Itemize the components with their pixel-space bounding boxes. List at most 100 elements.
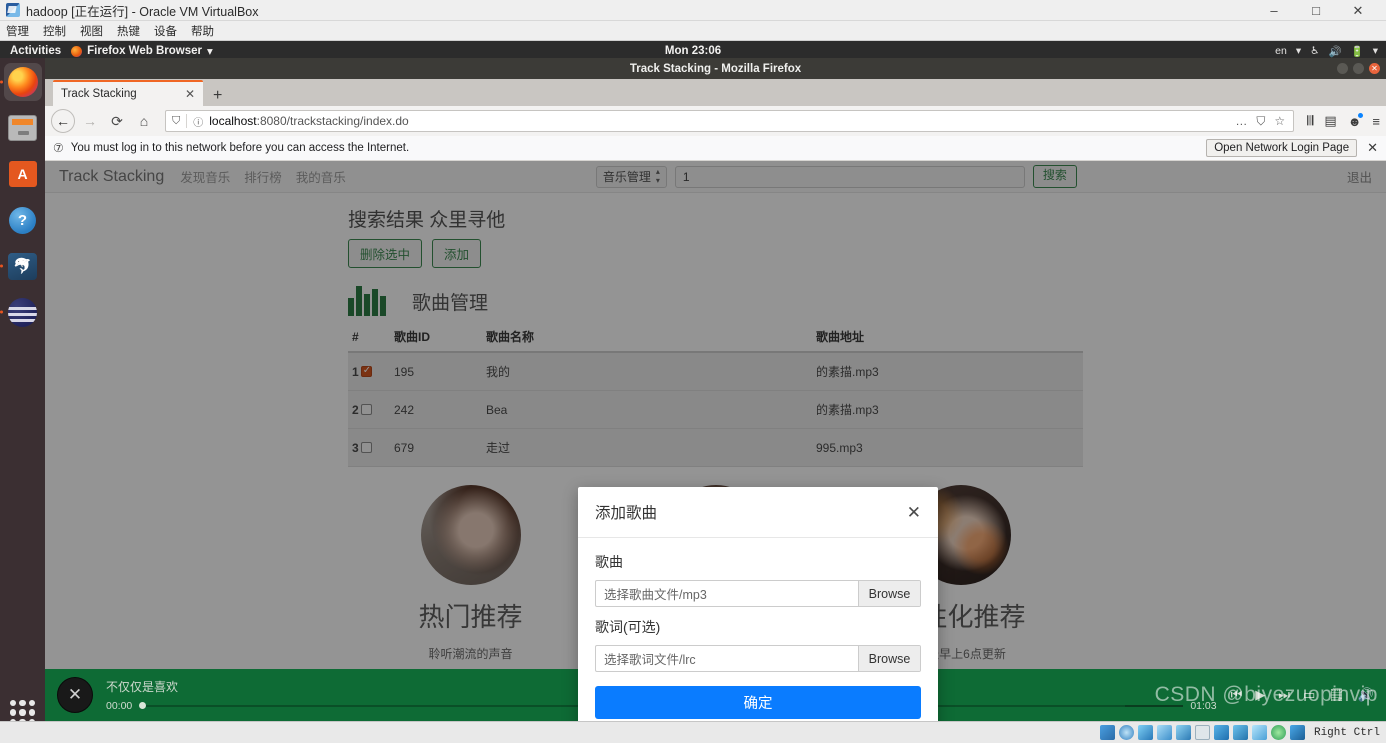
dock-item-eclipse[interactable] [4,293,42,331]
minimize-icon[interactable] [1337,63,1348,74]
host-taskbar: Right Ctrl [0,721,1386,743]
new-tab-button[interactable]: + [203,88,232,106]
firefox-tabstrip: Track Stacking ✕ + [45,79,1386,106]
firefox-icon [7,67,38,97]
web-page: Track Stacking 发现音乐 排行榜 我的音乐 音乐管理 ▴▾ 搜索 … [45,161,1386,721]
help-icon [9,206,36,234]
dock-item-help[interactable] [4,201,42,239]
open-network-login-page-button[interactable]: Open Network Login Page [1206,139,1358,157]
url-text: localhost:8080/trackstacking/index.do [209,114,1229,128]
close-icon[interactable]: ✕ [175,87,195,101]
chevron-down-icon[interactable]: ▾ [1373,45,1378,57]
mysql-workbench-icon [8,252,37,280]
song-browse-button[interactable]: Browse [858,581,920,606]
tray-icon-7[interactable] [1213,725,1229,740]
album-art-icon[interactable] [57,677,93,713]
eclipse-icon [8,297,37,327]
modal-title: 添加歌曲 [595,505,658,522]
account-icon[interactable]: ☻ [1348,112,1364,129]
tray-icon-2[interactable] [1118,725,1134,740]
lyric-browse-button[interactable]: Browse [858,646,920,671]
dock-item-files[interactable] [4,109,42,147]
url-path: :8080/trackstacking/index.do [256,114,409,128]
virtualbox-icon [6,3,20,17]
firefox-titlebar: Track Stacking - Mozilla Firefox ✕ [45,58,1386,79]
tray-icon-11[interactable] [1289,725,1305,740]
firefox-navbar: ← → ⟳ ⌂ ⛉ ⓘ localhost:8080/trackstacking… [45,106,1386,136]
maximize-icon[interactable]: □ [1308,4,1324,17]
bookmark-star-icon[interactable]: ☆ [1274,114,1285,129]
battery-icon[interactable]: 🔋 [1351,45,1364,58]
menu-manage[interactable]: 管理 [6,23,29,39]
lyric-file-placeholder: 选择歌词文件/lrc [604,653,696,667]
volume-icon[interactable]: 🔊 [1329,45,1342,58]
shield-icon[interactable]: ⛉ [172,115,180,128]
library-icon[interactable]: 𝄃𝄂𝄀 [1307,113,1313,129]
tray-icon-8[interactable] [1232,725,1248,740]
firefox-window-controls: ✕ [1337,63,1380,74]
firefox-window: Track Stacking - Mozilla Firefox ✕ Track… [45,58,1386,721]
host-key-indicator: Right Ctrl [1313,726,1380,739]
song-field-label: 歌曲 [595,554,623,570]
tray-icon-10[interactable] [1270,725,1286,740]
browser-tab-track-stacking[interactable]: Track Stacking ✕ [53,80,203,106]
divider [186,114,188,128]
reload-button[interactable]: ⟳ [105,109,129,133]
pocket-icon[interactable]: ⛉ [1256,114,1265,129]
add-song-modal: 添加歌曲 ✕ 歌曲 选择歌曲文件/mp3 Browse 歌词(可选) 选择歌词文… [578,487,938,721]
virtualbox-menubar: 管理 控制 视图 热键 设备 帮助 [0,21,1386,41]
song-file-input[interactable]: 选择歌曲文件/mp3 Browse [595,580,921,607]
menu-control[interactable]: 控制 [43,23,66,39]
sidebar-icon[interactable]: ▤ [1324,113,1336,129]
url-bar[interactable]: ⛉ ⓘ localhost:8080/trackstacking/index.d… [165,110,1295,132]
screen-root: hadoop [正在运行] - Oracle VM VirtualBox – □… [0,0,1386,743]
system-indicators: en ▾ ♿ 🔊 🔋 ▾ [1275,45,1386,58]
files-icon [8,115,37,141]
tray-icon-9[interactable] [1251,725,1267,740]
info-icon: ⑦ [53,141,64,155]
dock-item-software[interactable] [4,155,42,193]
close-icon[interactable]: ✕ [1369,63,1380,74]
notification-text: You must log in to this network before y… [70,142,410,154]
tray-icon-6[interactable] [1194,725,1210,740]
firefox-window-title: Track Stacking - Mozilla Firefox [629,62,802,75]
tray-icon-4[interactable] [1156,725,1172,740]
forward-button[interactable]: → [78,109,102,133]
dock-item-firefox[interactable] [3,63,42,101]
lyric-file-input[interactable]: 选择歌词文件/lrc Browse [595,645,921,672]
menu-help[interactable]: 帮助 [191,23,214,39]
keyboard-layout-indicator[interactable]: en [1275,45,1287,57]
lyric-field-label: 歌词(可选) [595,619,661,635]
clock[interactable]: Mon 23:06 [0,45,1386,57]
close-icon[interactable]: ✕ [1367,140,1378,156]
modal-submit-button[interactable]: 确定 [595,686,921,719]
virtualbox-window-title: hadoop [正在运行] - Oracle VM VirtualBox [26,4,259,19]
menu-view[interactable]: 视图 [80,23,103,39]
menu-hotkey[interactable]: 热键 [117,23,140,39]
menu-icon[interactable]: ≡ [1372,114,1380,129]
modal-header: 添加歌曲 ✕ [578,487,938,538]
watermark: CSDN @biyezuopinvip [1154,683,1378,706]
tray-icon-5[interactable] [1175,725,1191,740]
minimize-icon[interactable]: – [1266,4,1282,17]
accessibility-icon[interactable]: ♿ [1310,45,1319,57]
tray-icon-1[interactable] [1099,725,1115,740]
virtualbox-titlebar: hadoop [正在运行] - Oracle VM VirtualBox – □… [0,0,1386,21]
page-info-icon[interactable]: ⓘ [193,114,203,129]
more-icon[interactable]: … [1235,114,1247,129]
home-button[interactable]: ⌂ [132,109,156,133]
url-actions: … ⛉ ☆ [1235,114,1287,129]
modal-body: 歌曲 选择歌曲文件/mp3 Browse 歌词(可选) 选择歌词文件/lrc B… [578,538,938,721]
maximize-icon[interactable] [1353,63,1364,74]
dock-item-mysql-workbench[interactable] [4,247,42,285]
close-icon[interactable]: ✕ [1350,4,1366,17]
song-file-placeholder: 选择歌曲文件/mp3 [604,588,707,602]
back-button[interactable]: ← [51,109,75,133]
tab-label: Track Stacking [61,88,137,100]
menu-devices[interactable]: 设备 [154,23,177,39]
firefox-toolbar-icons: 𝄃𝄂𝄀 ▤ ☻ ≡ [1303,112,1380,129]
close-icon[interactable]: ✕ [907,504,921,521]
progress-knob[interactable] [139,702,147,709]
tray-icon-3[interactable] [1137,725,1153,740]
ubuntu-dock [0,58,45,743]
